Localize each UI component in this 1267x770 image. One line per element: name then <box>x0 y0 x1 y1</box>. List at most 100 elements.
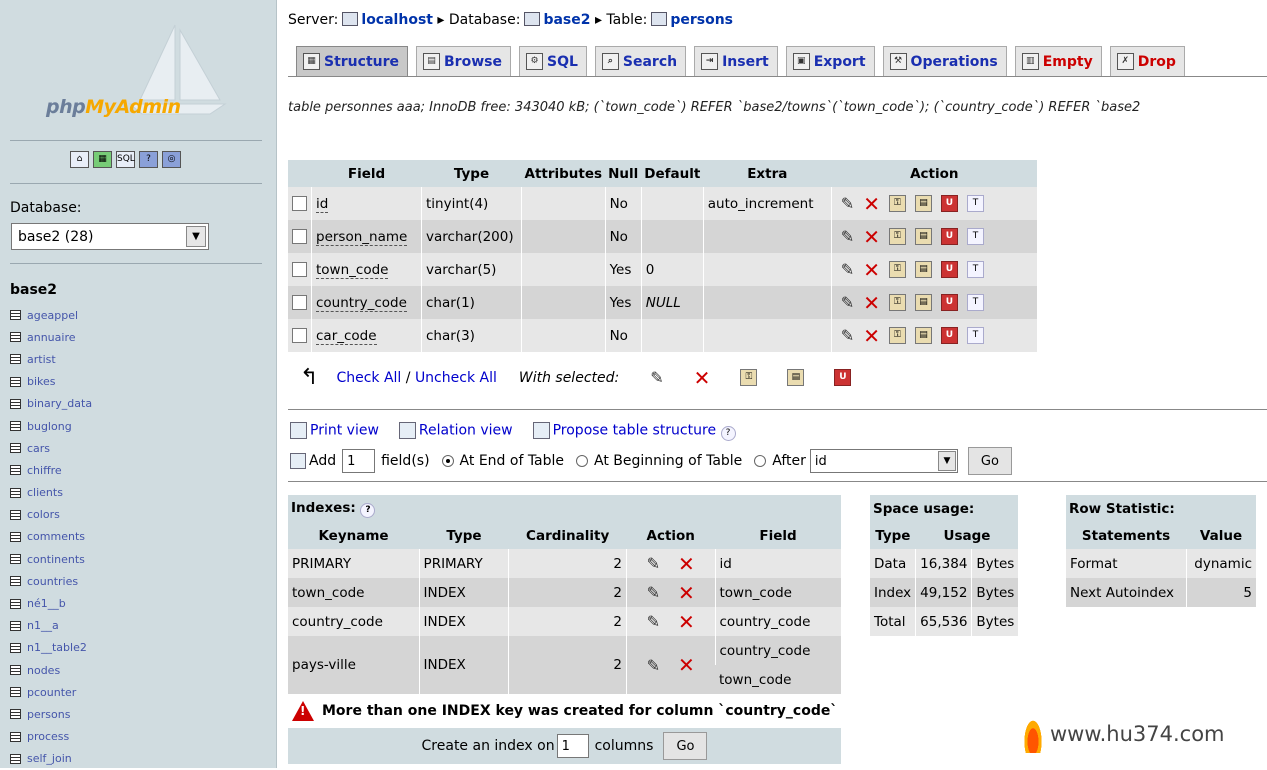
sidebar-table-item[interactable]: continents <box>10 548 92 570</box>
index-icon[interactable]: ▤ <box>914 294 932 311</box>
tab-browse[interactable]: ▤ Browse <box>416 46 511 76</box>
delete-icon[interactable]: ✕ <box>678 655 695 675</box>
pencil-icon[interactable]: ✎ <box>647 612 660 631</box>
sidebar-table-item[interactable]: chiffre <box>10 459 92 481</box>
print-view-link[interactable]: Print view <box>310 423 379 439</box>
index-icon[interactable]: ▤ <box>787 369 805 386</box>
table-link[interactable]: persons <box>670 12 733 28</box>
sidebar-table-item[interactable]: countries <box>10 570 92 592</box>
index-icon[interactable]: ▤ <box>914 228 932 245</box>
pencil-icon[interactable]: ✎ <box>841 227 854 246</box>
field-name[interactable]: car_code <box>316 327 377 345</box>
delete-icon[interactable]: ✕ <box>678 583 695 603</box>
tab-sql[interactable]: ⚙ SQL <box>518 46 587 76</box>
tab-export[interactable]: ▣ Export <box>785 46 875 76</box>
tab-insert[interactable]: ⇥ Insert <box>694 46 778 76</box>
pencil-icon[interactable]: ✎ <box>647 583 660 602</box>
tab-empty[interactable]: ▥ Empty <box>1014 46 1102 76</box>
sidebar-table-item[interactable]: ageappel <box>10 304 92 326</box>
unique-icon[interactable]: U <box>940 195 958 212</box>
sidebar-table-item[interactable]: né1__b <box>10 592 92 614</box>
propose-structure-link[interactable]: Propose table structure <box>553 423 716 439</box>
sidebar-table-item[interactable]: pcounter <box>10 681 92 703</box>
after-field-select[interactable]: id ▼ <box>809 449 958 473</box>
unique-icon[interactable]: U <box>940 294 958 311</box>
row-checkbox[interactable] <box>292 229 307 244</box>
tab-search[interactable]: ⌕ Search <box>594 46 687 76</box>
primary-key-icon[interactable]: ⚿ <box>888 327 906 344</box>
field-name[interactable]: country_code <box>316 294 407 312</box>
delete-icon[interactable]: ✕ <box>863 260 880 280</box>
fulltext-icon[interactable]: T <box>966 195 984 212</box>
sql-icon[interactable]: SQL <box>116 151 135 168</box>
pencil-icon[interactable]: ✎ <box>841 194 854 213</box>
sidebar-table-item[interactable]: colors <box>10 504 92 526</box>
sidebar-table-item[interactable]: cars <box>10 437 92 459</box>
index-icon[interactable]: ▤ <box>914 327 932 344</box>
chevron-down-icon[interactable]: ▼ <box>937 451 956 471</box>
unique-icon[interactable]: U <box>940 327 958 344</box>
phpmyadmin-logo[interactable]: phpMyAdmin <box>0 0 277 140</box>
delete-icon[interactable]: ✕ <box>678 554 695 574</box>
delete-icon[interactable]: ✕ <box>863 194 880 214</box>
index-icon[interactable]: ▤ <box>914 261 932 278</box>
unique-icon[interactable]: U <box>940 228 958 245</box>
sidebar-table-item[interactable]: artist <box>10 348 92 370</box>
pencil-icon[interactable]: ✎ <box>841 293 854 312</box>
create-index-go-button[interactable]: Go <box>663 732 708 760</box>
query-window-icon[interactable]: ▦ <box>93 151 112 168</box>
pencil-icon[interactable]: ✎ <box>647 554 660 573</box>
fulltext-icon[interactable]: T <box>966 261 984 278</box>
sidebar-table-item[interactable]: comments <box>10 526 92 548</box>
row-checkbox[interactable] <box>292 295 307 310</box>
field-name[interactable]: person_name <box>316 228 408 246</box>
after-radio[interactable] <box>754 455 767 467</box>
delete-icon[interactable]: ✕ <box>694 368 711 388</box>
index-icon[interactable]: ▤ <box>914 195 932 212</box>
row-checkbox[interactable] <box>292 262 307 277</box>
primary-key-icon[interactable]: ⚿ <box>888 228 906 245</box>
pencil-icon[interactable]: ✎ <box>841 260 854 279</box>
docs-icon[interactable]: ◎ <box>162 151 181 168</box>
sidebar-table-item[interactable]: n1__a <box>10 615 92 637</box>
field-name[interactable]: id <box>316 195 329 213</box>
sidebar-table-item[interactable]: n1__table2 <box>10 637 92 659</box>
sidebar-table-item[interactable]: self_join <box>10 748 92 770</box>
fulltext-icon[interactable]: T <box>966 327 984 344</box>
delete-icon[interactable]: ✕ <box>863 227 880 247</box>
at-beginning-radio[interactable] <box>576 455 589 467</box>
sidebar-table-item[interactable]: binary_data <box>10 393 92 415</box>
help-icon[interactable]: ? <box>720 425 736 441</box>
fulltext-icon[interactable]: T <box>966 228 984 245</box>
database-link[interactable]: base2 <box>543 12 590 28</box>
pencil-icon[interactable]: ✎ <box>647 656 660 675</box>
database-name[interactable]: base2 <box>10 282 57 298</box>
sidebar-table-item[interactable]: nodes <box>10 659 92 681</box>
unique-icon[interactable]: U <box>940 261 958 278</box>
uncheck-all-link[interactable]: Uncheck All <box>415 370 497 386</box>
help-icon[interactable]: ? <box>139 151 158 168</box>
check-all-link[interactable]: Check All <box>336 370 401 386</box>
relation-view-link[interactable]: Relation view <box>419 423 513 439</box>
primary-key-icon[interactable]: ⚿ <box>888 294 906 311</box>
sidebar-table-item[interactable]: annuaire <box>10 326 92 348</box>
field-name[interactable]: town_code <box>316 261 389 279</box>
chevron-down-icon[interactable]: ▼ <box>186 226 206 247</box>
primary-key-icon[interactable]: ⚿ <box>888 261 906 278</box>
delete-icon[interactable]: ✕ <box>678 612 695 632</box>
database-select[interactable]: base2 (28) ▼ <box>11 223 209 250</box>
at-end-radio[interactable] <box>441 455 454 467</box>
pencil-icon[interactable]: ✎ <box>650 368 663 387</box>
home-icon[interactable]: ⌂ <box>70 151 89 168</box>
tab-structure[interactable]: ▦ Structure <box>296 46 409 76</box>
sidebar-table-item[interactable]: process <box>10 726 92 748</box>
add-go-button[interactable]: Go <box>967 447 1012 475</box>
server-link[interactable]: localhost <box>361 12 433 28</box>
sidebar-table-item[interactable]: buglong <box>10 415 92 437</box>
pencil-icon[interactable]: ✎ <box>841 326 854 345</box>
sidebar-table-item[interactable]: clients <box>10 482 92 504</box>
primary-key-icon[interactable]: ⚿ <box>888 195 906 212</box>
delete-icon[interactable]: ✕ <box>863 326 880 346</box>
sidebar-table-item[interactable]: persons <box>10 703 92 725</box>
fulltext-icon[interactable]: T <box>966 294 984 311</box>
